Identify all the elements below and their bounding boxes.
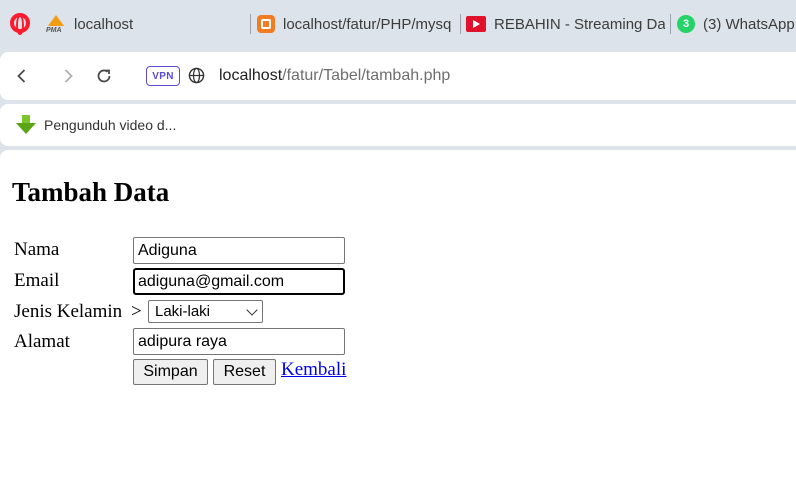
email-input[interactable]: adiguna@gmail.com bbox=[133, 268, 345, 295]
chevron-down-icon bbox=[246, 303, 258, 316]
page-title: Tambah Data bbox=[12, 177, 170, 207]
tab-localhost[interactable]: PMA localhost bbox=[46, 12, 246, 36]
jenis-kelamin-stray-text: > bbox=[131, 301, 142, 322]
forward-button[interactable] bbox=[56, 64, 80, 88]
kembali-link[interactable]: Kembali bbox=[281, 359, 346, 381]
jenis-kelamin-select[interactable]: Laki-laki bbox=[148, 300, 263, 323]
address-bar[interactable]: localhost/fatur/Tabel/tambah.php bbox=[219, 67, 450, 85]
tab-strip: PMA localhost localhost/fatur/PHP/mysq R… bbox=[0, 0, 796, 48]
email-label: Email bbox=[14, 270, 60, 291]
simpan-button[interactable]: Simpan bbox=[133, 359, 208, 385]
tab-title: REBAHIN - Streaming Dan bbox=[494, 15, 665, 33]
nama-label: Nama bbox=[14, 239, 60, 260]
opera-menu-icon[interactable] bbox=[10, 13, 30, 35]
vpn-badge[interactable]: VPN bbox=[146, 66, 180, 86]
forward-arrow-icon bbox=[64, 69, 73, 83]
back-button[interactable] bbox=[10, 64, 34, 88]
reload-button[interactable] bbox=[92, 64, 116, 88]
tab-divider bbox=[670, 14, 671, 34]
bookmark-video-downloader[interactable]: Pengunduh video d... bbox=[16, 115, 176, 135]
select-value: Laki-laki bbox=[155, 303, 211, 320]
rebahin-icon bbox=[466, 16, 486, 32]
address-toolbar: VPN localhost/fatur/Tabel/tambah.php bbox=[0, 52, 796, 100]
tab-xampp-page[interactable]: localhost/fatur/PHP/mysq bbox=[257, 12, 454, 36]
tab-divider bbox=[250, 14, 251, 34]
page-content: Tambah Data Nama Adiguna Email adiguna@g… bbox=[0, 150, 796, 480]
reload-icon bbox=[97, 69, 111, 83]
tab-title: localhost bbox=[74, 15, 134, 33]
phpmyadmin-icon: PMA bbox=[46, 15, 66, 34]
tab-whatsapp[interactable]: 3 (3) WhatsApp bbox=[677, 12, 796, 36]
bookmark-label: Pengunduh video d... bbox=[44, 117, 177, 133]
bookmarks-bar: Pengunduh video d... bbox=[0, 104, 796, 146]
reset-button[interactable]: Reset bbox=[213, 359, 276, 385]
tab-title: (3) WhatsApp bbox=[703, 15, 795, 33]
tab-divider bbox=[460, 14, 461, 34]
tab-rebahin[interactable]: REBAHIN - Streaming Dan bbox=[466, 12, 665, 36]
url-host: localhost bbox=[219, 67, 283, 84]
alamat-label: Alamat bbox=[14, 331, 70, 352]
download-arrow-icon bbox=[16, 115, 36, 135]
back-arrow-icon bbox=[17, 69, 26, 83]
nama-input[interactable]: Adiguna bbox=[133, 237, 345, 264]
jenis-kelamin-label: Jenis Kelamin bbox=[14, 301, 123, 322]
whatsapp-icon: 3 bbox=[677, 15, 695, 33]
tab-title: localhost/fatur/PHP/mysq bbox=[283, 15, 452, 33]
alamat-input[interactable]: adipura raya bbox=[133, 328, 345, 355]
xampp-icon bbox=[257, 15, 275, 33]
url-path: /fatur/Tabel/tambah.php bbox=[282, 67, 451, 84]
globe-icon[interactable] bbox=[188, 67, 205, 84]
